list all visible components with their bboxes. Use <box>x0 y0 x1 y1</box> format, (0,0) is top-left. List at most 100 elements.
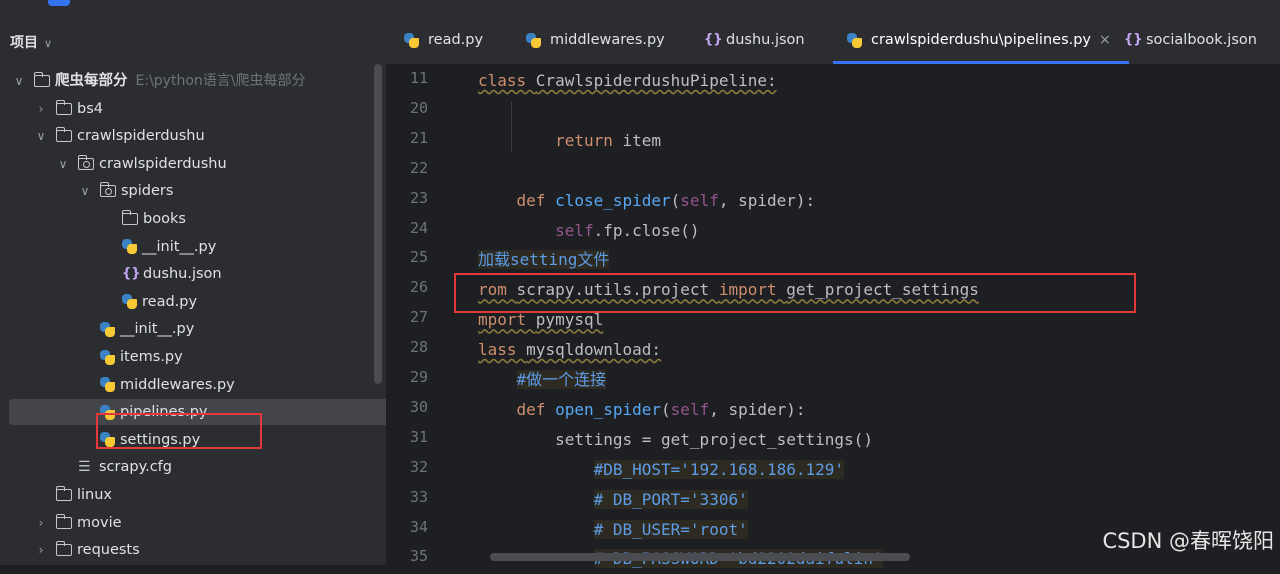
tree-item-label: __init__.py <box>142 238 217 255</box>
code-line[interactable]: def close_spider(self, spider): <box>478 186 816 216</box>
json-file-icon: {} <box>1124 32 1143 47</box>
python-file-icon <box>100 349 115 365</box>
code-line[interactable]: class CrawlspiderdushuPipeline: <box>478 66 777 96</box>
package-folder-icon <box>99 182 116 198</box>
tab-crawlspiderdushu-pipelines-py[interactable]: crawlspiderdushu\pipelines.py × <box>833 16 1129 64</box>
tab-dushu-json[interactable]: {} dushu.json <box>704 16 805 64</box>
chevron-down-icon[interactable]: ∨ <box>12 68 26 94</box>
tree-item[interactable]: ∨ spiders <box>0 178 173 204</box>
line-number: 27 <box>409 308 428 327</box>
python-file-icon <box>100 377 115 393</box>
tree-item-label: dushu.json <box>143 266 222 283</box>
code-token: ( <box>670 190 681 210</box>
tree-item[interactable]: __init__.py <box>0 234 216 260</box>
tree-item-label: requests <box>77 542 140 559</box>
chevron-down-icon[interactable]: ∨ <box>78 178 92 204</box>
code-token: pymysql <box>535 310 604 330</box>
code-line[interactable]: # DB_USER='root' <box>478 515 748 545</box>
code-line[interactable]: 加载setting文件 <box>478 245 610 275</box>
horizontal-scrollbar[interactable] <box>490 553 910 561</box>
tree-item[interactable]: middlewares.py <box>0 372 235 398</box>
tree-item-label: __init__.py <box>120 321 195 338</box>
chevron-right-icon[interactable]: › <box>34 96 48 122</box>
tree-item[interactable]: __init__.py <box>0 316 194 342</box>
tab-read-py[interactable]: read.py <box>404 16 483 64</box>
folder-icon <box>121 210 138 225</box>
line-number: 35 <box>409 547 428 566</box>
tree-item[interactable]: ☰ scrapy.cfg <box>0 454 172 480</box>
code-token: .fp.close() <box>593 220 700 240</box>
code-line[interactable]: settings = get_project_settings() <box>478 425 873 455</box>
line-number: 22 <box>409 158 428 177</box>
line-number: 31 <box>409 427 428 446</box>
tree-item[interactable]: › requests <box>0 537 140 563</box>
tree-item[interactable]: read.py <box>0 289 197 315</box>
tree-item[interactable]: › bs4 <box>0 96 103 122</box>
chevron-right-icon[interactable]: › <box>34 510 48 536</box>
code-line[interactable]: return item <box>478 126 661 156</box>
code-line[interactable]: self.fp.close() <box>478 216 700 246</box>
editor-tab-bar: read.py middlewares.py {} dushu.json crawlsp… <box>386 16 1280 65</box>
tree-item[interactable]: {} dushu.json <box>0 261 222 287</box>
tree-item-path-hint: E:\python语言\爬虫每部分 <box>135 73 306 89</box>
tree-item[interactable]: ∨ crawlspiderdushu <box>0 123 205 149</box>
code-token: mysqldownload: <box>526 340 662 360</box>
tree-item[interactable]: items.py <box>0 344 183 370</box>
code-token: close_spider <box>555 190 671 210</box>
close-tab-icon[interactable]: × <box>1099 32 1111 48</box>
chevron-down-icon: ∨ <box>44 37 53 50</box>
code-token: ): <box>795 190 816 210</box>
code-token: #做一个连接 <box>516 370 607 389</box>
python-file-icon <box>122 294 137 310</box>
folder-icon <box>55 486 72 501</box>
code-token: , <box>718 190 739 210</box>
tab-socialbook-json[interactable]: {} socialbook.json <box>1124 16 1257 64</box>
line-number: 32 <box>409 457 428 476</box>
code-editor[interactable]: 11 class CrawlspiderdushuPipeline: 20 21 re… <box>386 64 1280 569</box>
tree-item-label: movie <box>77 514 122 531</box>
code-line[interactable]: lass mysqldownload: <box>478 335 661 365</box>
line-number: 11 <box>409 69 428 87</box>
code-line[interactable]: def open_spider(self, spider): <box>478 395 806 425</box>
line-number: 23 <box>409 188 428 207</box>
project-view-selector[interactable]: 项目 ∨ <box>10 32 52 52</box>
tree-item-label: crawlspiderdushu <box>77 128 205 145</box>
tab-middlewares-py[interactable]: middlewares.py <box>526 16 665 64</box>
python-file-icon <box>100 321 115 337</box>
tree-item-label: linux <box>77 487 113 503</box>
tree-item[interactable]: ∨ crawlspiderdushu <box>0 151 227 177</box>
tree-item[interactable]: books <box>0 206 186 232</box>
folder-icon <box>55 513 72 529</box>
sidebar-scrollbar[interactable] <box>374 64 382 384</box>
tree-item-label: items.py <box>120 349 183 365</box>
tree-item-label: books <box>143 211 186 227</box>
code-token: settings = get_project_settings() <box>478 429 873 449</box>
tree-item-label: crawlspiderdushu <box>99 155 227 172</box>
folder-icon <box>33 72 50 87</box>
tree-item[interactable]: ∨ 爬虫每部分 E:\python语言\爬虫每部分 <box>0 68 305 94</box>
chevron-down-icon[interactable]: ∨ <box>34 123 48 149</box>
python-file-icon <box>404 32 419 48</box>
python-file-icon <box>122 239 137 255</box>
code-token: def <box>516 190 556 210</box>
chevron-down-icon[interactable]: ∨ <box>56 151 70 177</box>
tree-item[interactable]: linux <box>0 482 112 508</box>
tree-item[interactable]: › movie <box>0 510 122 536</box>
annotation-highlight-box <box>454 273 1136 313</box>
code-token: ): <box>786 399 806 419</box>
tree-item-label: scrapy.cfg <box>99 459 172 476</box>
chevron-right-icon[interactable]: › <box>34 537 48 563</box>
code-token: # DB_PORT='3306' <box>593 489 748 509</box>
line-number: 29 <box>409 368 428 386</box>
code-line[interactable]: #做一个连接 <box>478 365 607 395</box>
tree-item-label: spiders <box>121 183 174 200</box>
code-line[interactable]: #DB_HOST='192.168.186.129' <box>478 455 845 485</box>
code-line[interactable]: # DB_PORT='3306' <box>478 485 748 515</box>
